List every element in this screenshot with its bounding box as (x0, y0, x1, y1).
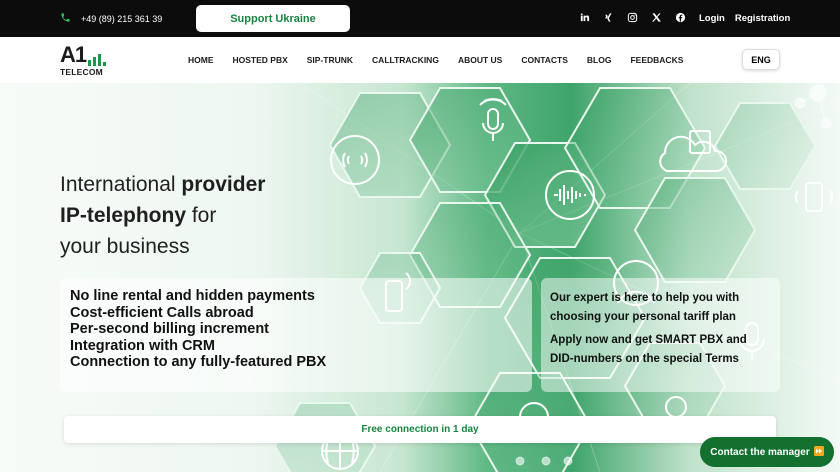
phone-number[interactable]: +49 (89) 215 361 39 (81, 14, 162, 24)
nav-item-contacts[interactable]: CONTACTS (521, 55, 568, 65)
headline-line-2: IP-telephony for (60, 200, 265, 231)
contact-manager-label: Contact the manager (710, 446, 810, 458)
nav-item-calltracking[interactable]: CALLTRACKING (372, 55, 439, 65)
login-link[interactable]: Login (699, 13, 725, 24)
nav-item-hosted-pbx[interactable]: HOSTED PBX (233, 55, 288, 65)
phone-contact[interactable]: +49 (89) 215 361 39 (60, 12, 162, 25)
social-links (578, 11, 686, 24)
hero-headline: International provider IP-telephony for … (60, 169, 265, 262)
special-terms-text: Apply now and get SMART PBX and DID-numb… (550, 334, 747, 365)
hero-section: International provider IP-telephony for … (0, 83, 840, 472)
logo-mark: A1 (60, 42, 87, 67)
language-switcher[interactable]: ENG (742, 49, 780, 70)
expert-text: Our expert is here to help you with choo… (550, 292, 740, 323)
xing-icon[interactable] (602, 11, 614, 24)
headline-text: for (186, 204, 217, 227)
logo-name: TELECOM (60, 67, 103, 77)
main-nav: A1 TELECOM HOME HOSTED PBX SIP-TRUNK CAL… (0, 37, 840, 83)
headline-bold: provider (181, 173, 266, 196)
feature-item: No line rental and hidden payments (70, 288, 315, 304)
support-ukraine-button[interactable]: Support Ukraine (196, 5, 350, 32)
features-card: No line rental and hidden payments Cost-… (60, 278, 532, 392)
registration-link[interactable]: Registration (735, 13, 790, 24)
auth-links: Login Registration (699, 13, 790, 24)
feature-item: Cost-efficient Calls abroad (70, 304, 254, 321)
headline-line-3: your business (60, 235, 190, 258)
phone-icon (60, 12, 71, 25)
nav-item-home[interactable]: HOME (188, 55, 214, 65)
headline-bold: IP-telephony (60, 204, 187, 227)
logo-bars-icon (88, 52, 106, 66)
nav-item-sip-trunk[interactable]: SIP-TRUNK (307, 55, 353, 65)
instagram-icon[interactable] (626, 11, 638, 24)
feature-item: Connection to any fully-featured PBX (70, 354, 327, 370)
feature-item: Per-second billing increment (70, 321, 270, 337)
free-connection-button[interactable]: Free connection in 1 day (64, 416, 776, 443)
top-bar: +49 (89) 215 361 39 Support Ukraine Logi… (0, 0, 840, 37)
facebook-icon[interactable] (674, 11, 686, 24)
nav-item-blog[interactable]: BLOG (587, 55, 612, 65)
headline-text: International (60, 173, 182, 196)
contact-manager-button[interactable]: Contact the manager (700, 437, 834, 467)
expert-card: Our expert is here to help you with choo… (541, 278, 780, 392)
logo[interactable]: A1 TELECOM (60, 42, 108, 78)
nav-item-about-us[interactable]: ABOUT US (458, 55, 502, 65)
nav-item-feedbacks[interactable]: FEEDBACKS (630, 55, 683, 65)
x-icon[interactable] (650, 11, 662, 24)
fast-forward-icon (813, 445, 824, 459)
nav-menu: HOME HOSTED PBX SIP-TRUNK CALLTRACKING A… (188, 55, 702, 65)
feature-item: Integration with CRM (70, 337, 215, 354)
headline-line-1: International provider (60, 169, 265, 200)
linkedin-icon[interactable] (578, 11, 590, 24)
